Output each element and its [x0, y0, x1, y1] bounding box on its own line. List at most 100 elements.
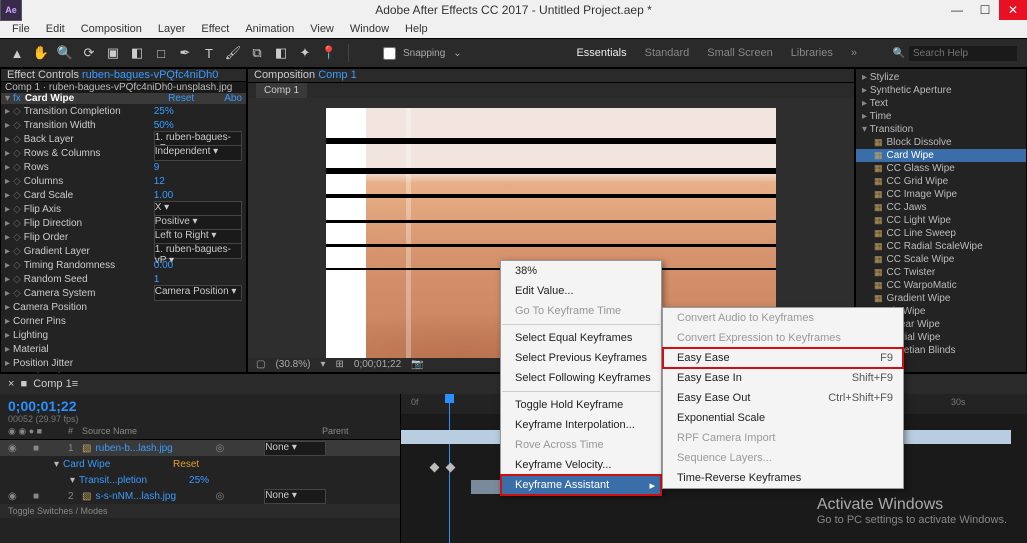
menu-file[interactable]: File	[4, 21, 38, 37]
ec-prop-combo[interactable]: Independent ▾	[154, 145, 242, 161]
search-input[interactable]	[909, 46, 1017, 61]
ec-group[interactable]: Corner Pins	[13, 316, 143, 327]
fx-item[interactable]: ▦CC Grid Wipe	[856, 175, 1026, 188]
comp-tab[interactable]: Comp 1	[256, 83, 307, 98]
ec-effect-name[interactable]: Card Wipe	[25, 93, 168, 104]
ec-prop-value[interactable]: 0.00	[154, 260, 173, 271]
timeline-layer[interactable]: ◉ ■2▧s-s-nNM...lash.jpg◎None ▾	[0, 488, 400, 504]
timeline-layer[interactable]: ▾Transit...pletion25%	[0, 472, 400, 488]
timeline-layer[interactable]: ◉ ■1▧ruben-b...lash.jpg◎None ▾	[0, 440, 400, 456]
keyframe[interactable]	[430, 463, 440, 473]
parent-combo[interactable]: None ▾	[264, 441, 326, 456]
workspace-smallscreen[interactable]: Small Screen	[707, 47, 772, 59]
fx-category[interactable]: Time	[856, 110, 1026, 123]
zoom-dropdown-icon[interactable]: ▢	[256, 359, 265, 370]
layer-reset[interactable]: Reset	[173, 459, 199, 470]
menu-animation[interactable]: Animation	[237, 21, 302, 37]
res-dropdown-icon[interactable]: ⊞	[336, 359, 344, 370]
ec-prop-value[interactable]: 50%	[154, 120, 174, 131]
minimize-button[interactable]: —	[943, 0, 971, 20]
menu-effect[interactable]: Effect	[193, 21, 237, 37]
timeline-layer[interactable]: ▾Card WipeReset	[0, 456, 400, 472]
fx-item[interactable]: ▦CC Light Wipe	[856, 214, 1026, 227]
ctx-item[interactable]: Keyframe Interpolation...	[501, 415, 661, 435]
fx-category[interactable]: Transition	[856, 123, 1026, 136]
roto-tool-icon[interactable]: ✦	[296, 44, 314, 62]
snapping-checkbox[interactable]	[383, 47, 396, 60]
fx-category[interactable]: Text	[856, 97, 1026, 110]
ec-prop-combo[interactable]: 1. ruben-bagues-vP ▾	[154, 243, 242, 259]
workspace-essentials[interactable]: Essentials	[576, 47, 626, 59]
rotate-tool-icon[interactable]: ⟳	[80, 44, 98, 62]
zoom-tool-icon[interactable]: 🔍	[56, 44, 74, 62]
maximize-button[interactable]: ☐	[971, 0, 999, 20]
fx-item[interactable]: ▦CC Glass Wipe	[856, 162, 1026, 175]
ctx-item[interactable]: Select Previous Keyframes	[501, 348, 661, 368]
fx-item[interactable]: ▦Card Wipe	[856, 149, 1026, 162]
type-tool-icon[interactable]: T	[200, 44, 218, 62]
snapping-opts-icon[interactable]: ⌄	[453, 48, 461, 59]
preview-time[interactable]: 0;00;01;22	[354, 359, 401, 370]
ctx-item[interactable]: Select Equal Keyframes	[501, 328, 661, 348]
fx-category[interactable]: Stylize	[856, 71, 1026, 84]
parent-combo[interactable]: None ▾	[264, 489, 326, 504]
ec-prop-value[interactable]: 12	[154, 176, 165, 187]
ctx-item[interactable]: Easy Ease OutCtrl+Shift+F9	[663, 388, 903, 408]
ec-prop-value[interactable]: 1.00	[154, 190, 173, 201]
fx-item[interactable]: ▦Block Dissolve	[856, 136, 1026, 149]
ctx-item[interactable]: Exponential Scale	[663, 408, 903, 428]
col-source[interactable]: Source Name	[82, 426, 322, 437]
fx-item[interactable]: ▦CC Scale Wipe	[856, 253, 1026, 266]
snapshot-icon[interactable]: 📷	[411, 359, 423, 370]
ctx-item[interactable]: Keyframe Assistant▸	[501, 475, 661, 495]
ctx-item[interactable]: Easy Ease InShift+F9	[663, 368, 903, 388]
fx-item[interactable]: ▦CC Line Sweep	[856, 227, 1026, 240]
ec-prop-value[interactable]: 1	[154, 274, 160, 285]
close-button[interactable]: ✕	[999, 0, 1027, 20]
ec-prop-value[interactable]: 25%	[154, 106, 174, 117]
ec-prop-value[interactable]: 9	[154, 162, 160, 173]
panbehind-tool-icon[interactable]: ◧	[128, 44, 146, 62]
workspace-libraries[interactable]: Libraries	[791, 47, 833, 59]
ec-fx-toggle-icon[interactable]: fx	[13, 93, 21, 104]
ctx-item[interactable]: Edit Value...	[501, 281, 661, 301]
menu-window[interactable]: Window	[342, 21, 397, 37]
ctx-item[interactable]: Select Following Keyframes	[501, 368, 661, 388]
fx-category[interactable]: Synthetic Aperture	[856, 84, 1026, 97]
fx-item[interactable]: ▦CC Jaws	[856, 201, 1026, 214]
ctx-item[interactable]: Time-Reverse Keyframes	[663, 468, 903, 488]
menu-layer[interactable]: Layer	[150, 21, 194, 37]
shape-tool-icon[interactable]: □	[152, 44, 170, 62]
ec-group[interactable]: Lighting	[13, 330, 143, 341]
ctx-item[interactable]: Keyframe Velocity...	[501, 455, 661, 475]
menu-edit[interactable]: Edit	[38, 21, 73, 37]
eraser-tool-icon[interactable]: ◧	[272, 44, 290, 62]
menu-composition[interactable]: Composition	[73, 21, 150, 37]
menu-help[interactable]: Help	[397, 21, 436, 37]
workspace-standard[interactable]: Standard	[645, 47, 690, 59]
ec-reset[interactable]: Reset	[168, 93, 194, 104]
ec-prop-combo[interactable]: Camera Position ▾	[154, 285, 242, 301]
fx-item[interactable]: ▦Gradient Wipe	[856, 292, 1026, 305]
keyframe[interactable]	[446, 463, 456, 473]
workspace-more-icon[interactable]: »	[851, 47, 857, 59]
current-timecode[interactable]: 0;00;01;22	[0, 394, 400, 414]
hand-tool-icon[interactable]: ✋	[32, 44, 50, 62]
puppet-tool-icon[interactable]: 📍	[320, 44, 338, 62]
col-parent[interactable]: Parent	[322, 426, 392, 437]
fx-item[interactable]: ▦CC WarpoMatic	[856, 279, 1026, 292]
timeline-tab[interactable]: Comp 1	[33, 378, 72, 390]
toggle-switches[interactable]: Toggle Switches / Modes	[8, 506, 108, 516]
ec-about[interactable]: Abo	[224, 93, 242, 104]
pen-tool-icon[interactable]: ✒	[176, 44, 194, 62]
fx-item[interactable]: ▦CC Image Wipe	[856, 188, 1026, 201]
fx-item[interactable]: ▦CC Radial ScaleWipe	[856, 240, 1026, 253]
selection-tool-icon[interactable]: ▲	[8, 44, 26, 62]
zoom-level[interactable]: (30.8%)	[275, 359, 310, 370]
ctx-item[interactable]: Toggle Hold Keyframe	[501, 395, 661, 415]
clone-tool-icon[interactable]: ⧉	[248, 44, 266, 62]
ec-group[interactable]: Position Jitter	[13, 358, 143, 369]
ctx-item[interactable]: 38%	[501, 261, 661, 281]
ctx-item[interactable]: Easy EaseF9	[663, 348, 903, 368]
brush-tool-icon[interactable]: 🖌	[224, 44, 242, 62]
